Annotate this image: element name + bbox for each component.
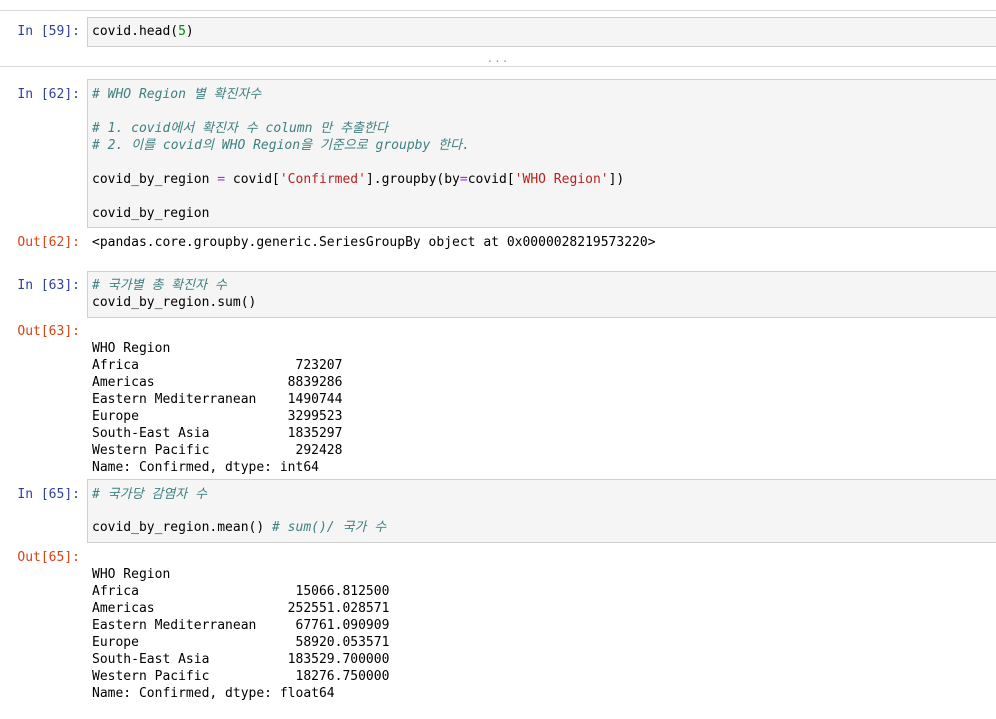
- input-prompt-59: In [59]:: [17, 24, 80, 39]
- collapsed-output-indicator[interactable]: ...: [0, 53, 996, 64]
- code-comment: # 국가별 총 확진자 수: [92, 278, 227, 293]
- output-line: Eastern Mediterranean 1490744: [92, 392, 343, 407]
- output-line: Name: Confirmed, dtype: float64: [92, 686, 335, 701]
- code-line: covid_by_region = covid['Confirmed'].gro…: [92, 172, 625, 187]
- cell-output-65: WHO Region Africa 15066.812500 Americas 25…: [92, 549, 389, 719]
- output-line: WHO Region: [92, 341, 171, 356]
- output-line: Africa 723207: [92, 358, 343, 373]
- output-prompt-63: Out[63]:: [17, 324, 80, 339]
- output-line: Western Pacific 292428: [92, 443, 343, 458]
- output-line: Western Pacific 18276.750000: [92, 669, 390, 684]
- input-prompt-63: In [63]:: [17, 278, 80, 293]
- output-line: Africa 15066.812500: [92, 584, 390, 599]
- code-cell-59[interactable]: [87, 17, 996, 47]
- top-divider: [0, 10, 996, 11]
- code-comment: # 국가당 감염자 수: [92, 487, 208, 502]
- cell-output-63: WHO Region Africa 723207 Americas 8839286 E…: [92, 323, 342, 493]
- output-line: South-East Asia 183529.700000: [92, 652, 390, 667]
- cell-divider: [0, 66, 996, 67]
- input-prompt-65: In [65]:: [17, 487, 80, 502]
- output-line: Europe 3299523: [92, 409, 343, 424]
- output-line: South-East Asia 1835297: [92, 426, 343, 441]
- code-comment: # WHO Region 별 확진자수: [92, 87, 262, 102]
- output-line: Europe 58920.053571: [92, 635, 390, 650]
- code-comment: # 1. covid에서 확진자 수 column 만 추출한다: [92, 121, 388, 136]
- code-line: covid_by_region.sum(): [92, 295, 257, 310]
- output-prompt-65: Out[65]:: [17, 550, 80, 565]
- output-line: WHO Region: [92, 567, 171, 582]
- output-line: Americas 252551.028571: [92, 601, 390, 616]
- output-prompt-62: Out[62]:: [17, 235, 80, 250]
- cell-output-62: <pandas.core.groupby.generic.SeriesGroup…: [92, 235, 656, 250]
- code-line: covid_by_region: [92, 206, 210, 221]
- output-line: Eastern Mediterranean 67761.090909: [92, 618, 390, 633]
- code-comment: # 2. 이를 covid의 WHO Region을 기준으로 groupby …: [92, 138, 470, 153]
- output-line: Americas 8839286: [92, 375, 343, 390]
- code-line: covid_by_region.mean() # sum()/ 국가 수: [92, 520, 387, 535]
- input-prompt-62: In [62]:: [17, 87, 80, 102]
- output-line: Name: Confirmed, dtype: int64: [92, 460, 319, 475]
- code-line: covid.head(5): [92, 24, 194, 39]
